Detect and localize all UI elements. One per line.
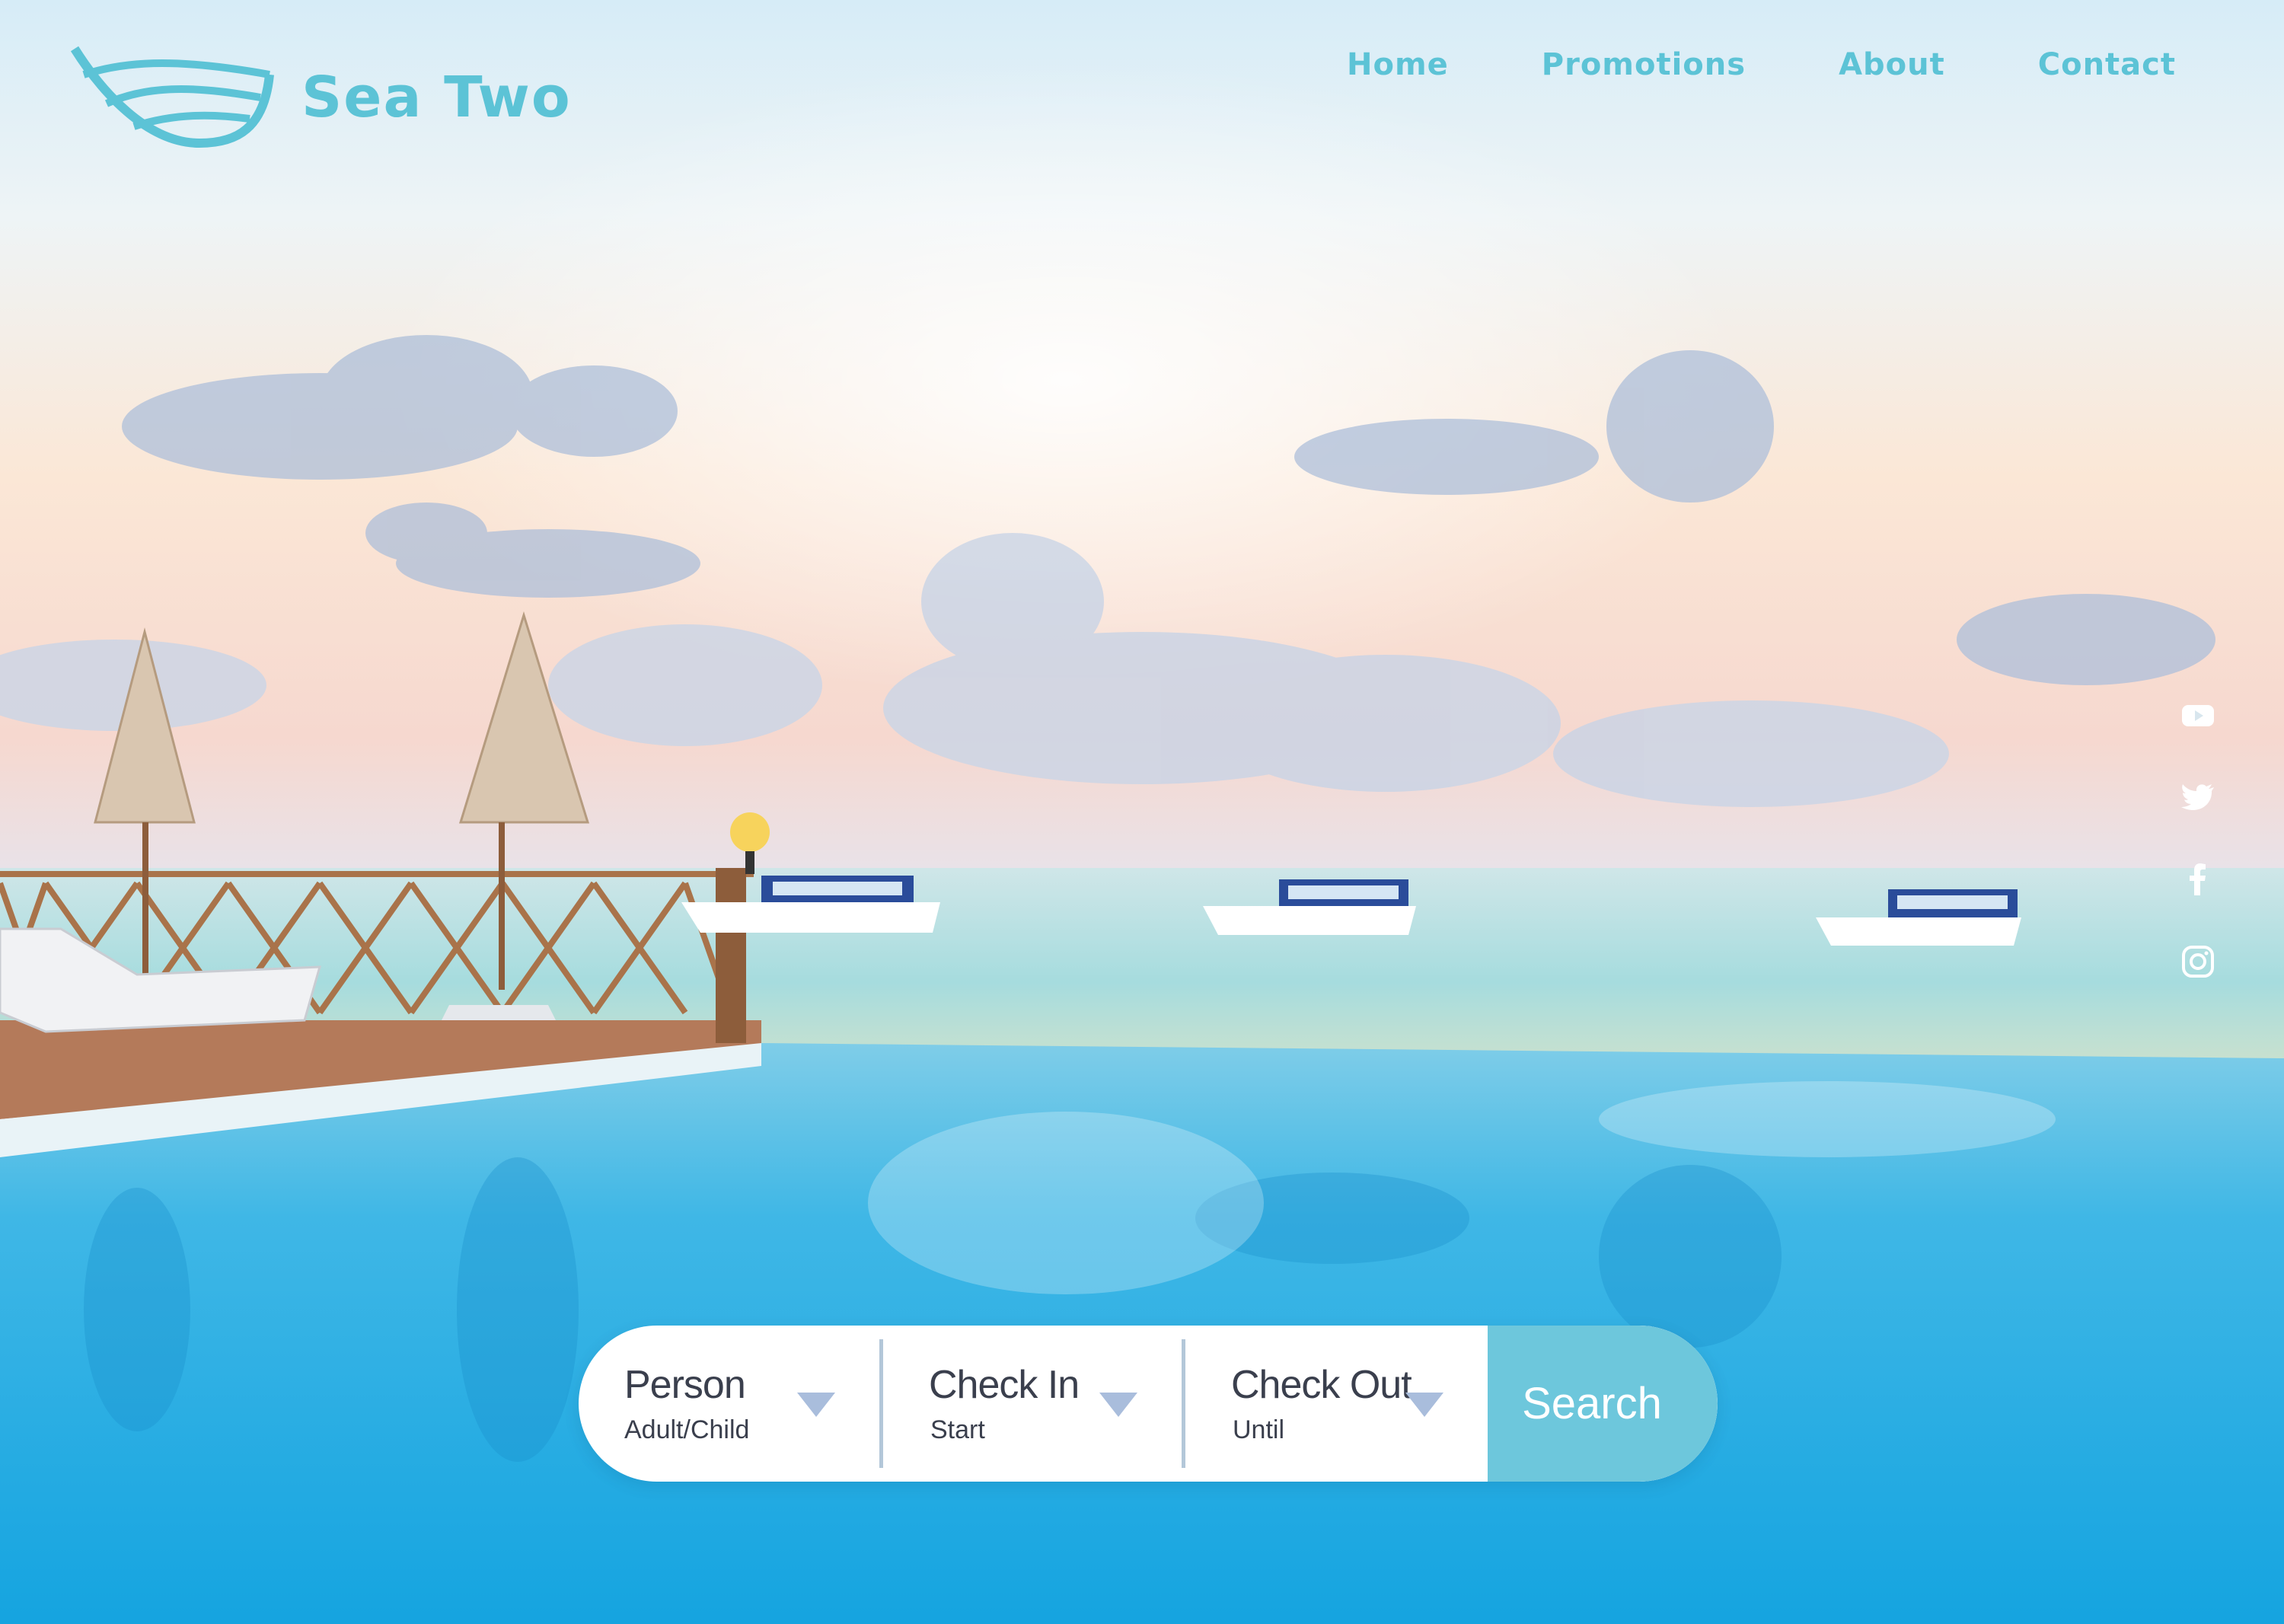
chevron-down-icon <box>1099 1393 1137 1417</box>
person-select[interactable]: Person Adult/Child <box>624 1339 883 1468</box>
nav-home[interactable]: Home <box>1347 47 1449 82</box>
check-in-select[interactable]: Check In Start <box>883 1339 1185 1468</box>
main-nav: Home Promotions About Contact <box>1347 47 2176 82</box>
nav-about[interactable]: About <box>1839 47 1945 82</box>
check-out-select[interactable]: Check Out Until <box>1185 1339 1488 1468</box>
nav-contact[interactable]: Contact <box>2038 47 2176 82</box>
booking-bar: Person Adult/Child Check In Start Check … <box>579 1326 1718 1482</box>
chevron-down-icon <box>797 1393 835 1417</box>
check-out-label: Check Out <box>1231 1363 1412 1407</box>
facebook-icon[interactable] <box>2179 860 2217 898</box>
social-links <box>2179 696 2217 981</box>
twitter-icon[interactable] <box>2179 778 2217 816</box>
check-out-sub-label: Until <box>1233 1415 1285 1444</box>
brand-name: Sea Two <box>301 65 572 130</box>
brand-logo[interactable]: Sea Two <box>70 44 572 151</box>
youtube-icon[interactable] <box>2179 696 2217 734</box>
wave-logo-icon <box>70 46 274 148</box>
check-in-sub-label: Start <box>930 1415 985 1444</box>
nav-promotions[interactable]: Promotions <box>1542 47 1746 82</box>
person-sub-label: Adult/Child <box>624 1415 750 1444</box>
search-button[interactable]: Search <box>1488 1326 1718 1482</box>
instagram-icon[interactable] <box>2179 943 2217 981</box>
check-in-label: Check In <box>929 1363 1080 1407</box>
person-label: Person <box>624 1363 746 1407</box>
chevron-down-icon <box>1405 1393 1443 1417</box>
